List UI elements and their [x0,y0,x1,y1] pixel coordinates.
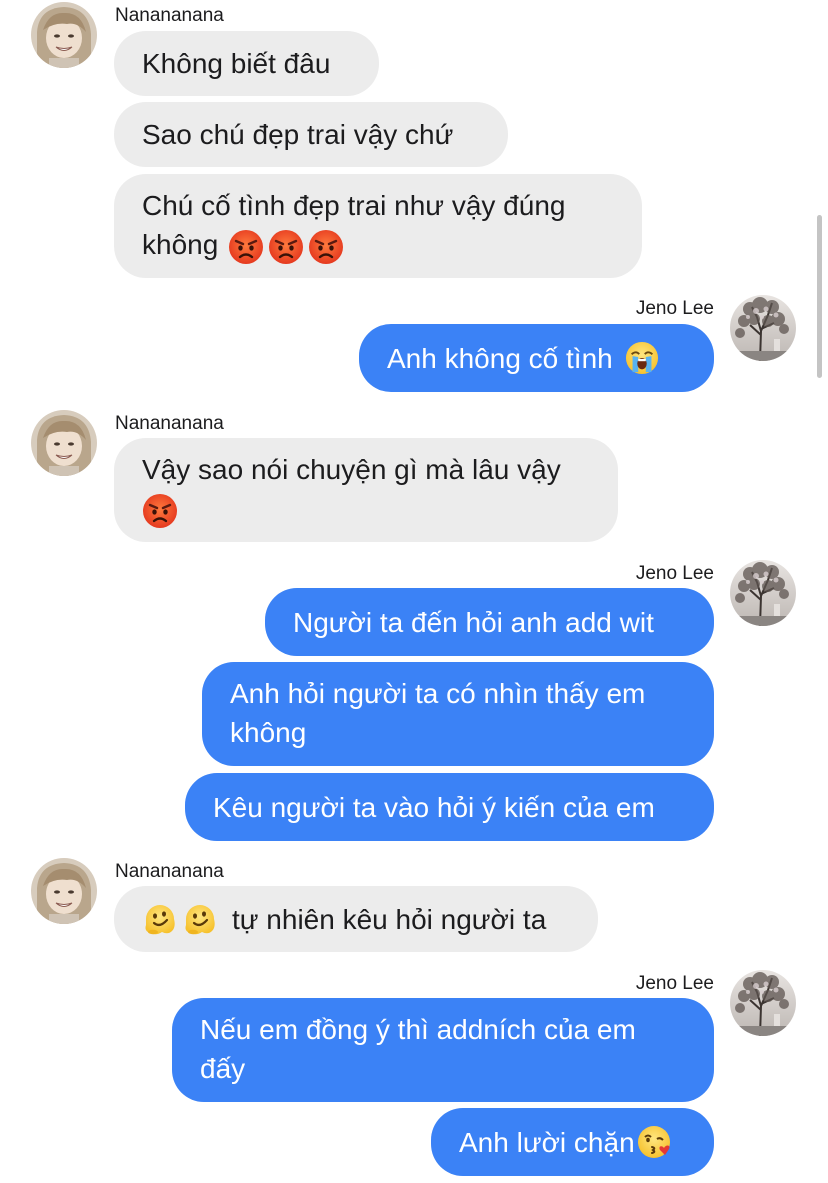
pouting-face-icon [228,229,264,265]
avatar-nanananana[interactable] [31,858,97,924]
scrollbar[interactable] [817,215,822,378]
message-text: Anh không cố tình [387,342,613,374]
message-text: không [230,717,307,748]
sender-name: Nanananana [115,413,224,434]
message-text: Nếu em đồng ý thì addních của em [200,1014,636,1045]
message-bubble-outgoing[interactable]: Anh không cố tình [359,324,714,392]
sender-name: Jeno Lee [635,563,714,584]
message-bubble-outgoing[interactable]: Anh hỏi người ta có nhìn thấy em không [202,662,714,766]
sender-name: Nanananana [115,861,224,882]
message-text: Chú cố tình đẹp trai như vậy đúng [142,190,566,221]
message-bubble-incoming[interactable]: Không biết đâu [114,31,379,96]
avatar-nanananana[interactable] [31,410,97,476]
message-text: không [142,229,219,260]
message-text: Sao chú đẹp trai vậy chứ [142,119,454,150]
message-text: đấy [200,1053,246,1084]
message-bubble-incoming[interactable]: tự nhiên kêu hỏi người ta [114,886,598,952]
message-bubble-outgoing[interactable]: Nếu em đồng ý thì addních của em đấy [172,998,714,1102]
message-text: Người ta đến hỏi anh add wit [293,606,654,638]
avatar-jeno-lee[interactable] [730,560,796,626]
pouting-face-icon [268,229,304,265]
message-text: Vậy sao nói chuyện gì mà lâu vậy [142,454,561,485]
message-bubble-incoming[interactable]: Sao chú đẹp trai vậy chứ [114,102,508,167]
message-text: Anh lười chặn [459,1126,635,1158]
avatar-image [31,2,97,68]
sender-name: Jeno Lee [635,298,714,319]
loudly-crying-face-icon [625,341,659,375]
avatar-image [31,858,97,924]
message-bubble-incoming[interactable]: Chú cố tình đẹp trai như vậy đúng không [114,174,642,278]
message-bubble-outgoing[interactable]: Anh lười chặn [431,1108,714,1176]
pouting-face-icon [142,493,178,529]
avatar-image [730,295,796,361]
avatar-image [730,560,796,626]
face-blowing-a-kiss-icon [637,1124,673,1160]
sender-name: Jeno Lee [635,973,714,994]
avatar-nanananana[interactable] [31,2,97,68]
sender-name: Nanananana [115,5,224,26]
melting-face-icon [142,901,178,937]
message-text: tự nhiên kêu hỏi người ta [232,903,547,935]
avatar-image [31,410,97,476]
avatar-jeno-lee[interactable] [730,970,796,1036]
message-bubble-outgoing[interactable]: Kêu người ta vào hỏi ý kiến của em [185,773,714,841]
message-bubble-incoming[interactable]: Vậy sao nói chuyện gì mà lâu vậy [114,438,618,542]
message-text: Kêu người ta vào hỏi ý kiến của em [213,791,655,823]
avatar-image [730,970,796,1036]
avatar-jeno-lee[interactable] [730,295,796,361]
message-text: Không biết đâu [142,48,331,79]
message-text: Anh hỏi người ta có nhìn thấy em [230,678,646,709]
message-bubble-outgoing[interactable]: Người ta đến hỏi anh add wit [265,588,714,656]
melting-face-icon [182,901,218,937]
pouting-face-icon [308,229,344,265]
